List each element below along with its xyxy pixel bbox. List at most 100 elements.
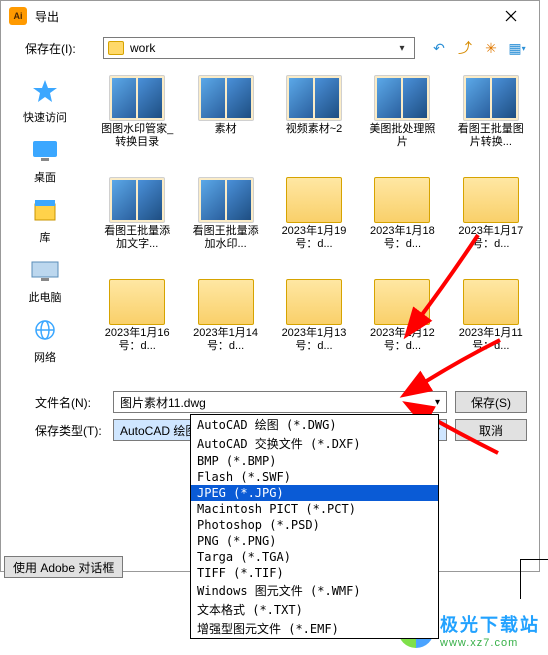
file-item[interactable]: 看图王批量图片转换... [449,75,533,171]
file-item[interactable]: 看图王批量添加水印... [183,177,267,273]
save-in-label: 保存在(I): [25,40,97,57]
dropdown-option[interactable]: 文本格式 (*.TXT) [191,600,438,619]
dropdown-option[interactable]: AutoCAD 交换文件 (*.DXF) [191,434,438,453]
file-name: 看图王批量添加文字... [99,225,175,250]
app-icon: Ai [9,7,27,25]
dropdown-option[interactable]: Flash (*.SWF) [191,469,438,485]
use-adobe-dialog-button[interactable]: 使用 Adobe 对话框 [4,556,123,578]
sidebar-item-label: 快速访问 [23,109,67,125]
location-text: work [130,41,394,55]
titlebar: Ai 导出 [1,1,539,31]
dropdown-option[interactable]: TIFF (*.TIF) [191,565,438,581]
dropdown-option[interactable]: BMP (*.BMP) [191,453,438,469]
sidebar-item-label: 此电脑 [29,289,62,305]
new-folder-icon[interactable]: ✳ [481,38,501,58]
file-name: 美图批处理照片 [364,123,440,148]
file-item[interactable]: 素材 [183,75,267,171]
up-icon[interactable]: ⤴ [455,38,475,58]
folder-icon [286,177,342,223]
folder-icon [198,279,254,325]
file-name: 看图王批量添加水印... [188,225,264,250]
file-item[interactable]: 2023年1月18号：d... [360,177,444,273]
network-icon [27,315,63,347]
folder-icon [109,279,165,325]
sidebar-library[interactable]: 库 [9,195,81,245]
sidebar-item-label: 桌面 [34,169,56,185]
file-name: 2023年1月17号：d... [453,225,529,250]
chevron-down-icon[interactable]: ▾ [435,397,440,408]
file-item[interactable]: 2023年1月11号：d... [449,279,533,375]
folder-thumb-icon [109,177,165,223]
file-name: 2023年1月12号：d... [364,327,440,352]
file-item[interactable]: 2023年1月13号：d... [272,279,356,375]
folder-thumb-icon [463,75,519,121]
filename-value: 图片素材11.dwg [120,394,206,411]
file-item[interactable]: 视频素材~2 [272,75,356,171]
file-item[interactable]: 2023年1月14号：d... [183,279,267,375]
file-name: 素材 [188,123,264,136]
folder-thumb-icon [198,177,254,223]
save-button[interactable]: 保存(S) [455,391,527,413]
watermark-url: www.xz7.com [440,637,540,649]
file-item[interactable]: 美图批处理照片 [360,75,444,171]
file-name: 2023年1月16号：d... [99,327,175,352]
location-combo[interactable]: work ▾ [103,37,415,59]
sidebar-network[interactable]: 网络 [9,315,81,365]
dropdown-option[interactable]: Targa (*.TGA) [191,549,438,565]
close-button[interactable] [491,2,531,30]
folder-icon [108,41,124,55]
file-name: 视频素材~2 [276,123,352,136]
sidebar-desktop[interactable]: 桌面 [9,135,81,185]
file-name: 2023年1月18号：d... [364,225,440,250]
file-item[interactable]: 2023年1月17号：d... [449,177,533,273]
folder-icon [374,177,430,223]
filename-label: 文件名(N): [13,394,105,411]
library-icon [27,195,63,227]
file-item[interactable]: 2023年1月19号：d... [272,177,356,273]
file-item[interactable]: 看图王批量添加文字... [95,177,179,273]
file-name: 2023年1月11号：d... [453,327,529,352]
file-name: 看图王批量图片转换... [453,123,529,148]
file-name: 图图水印管家_转换目录 [99,123,175,148]
star-icon [27,75,63,107]
folder-thumb-icon [109,75,165,121]
folder-thumb-icon [286,75,342,121]
dropdown-option[interactable]: AutoCAD 绘图 (*.DWG) [191,415,438,434]
file-item[interactable]: 2023年1月16号：d... [95,279,179,375]
crop-mark [520,559,548,599]
dropdown-option[interactable]: JPEG (*.JPG) [191,485,438,501]
file-name: 2023年1月14号：d... [188,327,264,352]
dropdown-option[interactable]: Windows 图元文件 (*.WMF) [191,581,438,600]
toolbar: ↶ ⤴ ✳ ▦▾ [429,38,527,58]
sidebar-this-pc[interactable]: 此电脑 [9,255,81,305]
folder-thumb-icon [198,75,254,121]
sidebar-quick-access[interactable]: 快速访问 [9,75,81,125]
file-item[interactable]: 2023年1月12号：d... [360,279,444,375]
folder-icon [374,279,430,325]
chevron-down-icon[interactable]: ▾ [394,43,410,54]
filename-combo[interactable]: 图片素材11.dwg ▾ [113,391,447,413]
view-icon[interactable]: ▦▾ [507,38,527,58]
sidebar-item-label: 网络 [34,349,56,365]
file-item[interactable]: 图图水印管家_转换目录 [95,75,179,171]
dropdown-option[interactable]: PNG (*.PNG) [191,533,438,549]
file-name: 2023年1月13号：d... [276,327,352,352]
main-area: 快速访问 桌面 库 此电脑 网络 图图水印管家_转换目录素材视频素材~2 美图批处… [1,67,539,387]
dropdown-option[interactable]: Macintosh PICT (*.PCT) [191,501,438,517]
dropdown-option[interactable]: 增强型图元文件 (*.EMF) [191,619,438,638]
dropdown-option[interactable]: Photoshop (*.PSD) [191,517,438,533]
places-sidebar: 快速访问 桌面 库 此电脑 网络 [1,67,89,387]
pc-icon [27,255,63,287]
cancel-button[interactable]: 取消 [455,419,527,441]
folder-icon [286,279,342,325]
back-icon[interactable]: ↶ [429,38,449,58]
folder-icon [463,279,519,325]
dialog-title: 导出 [35,8,59,25]
sidebar-item-label: 库 [40,229,51,245]
file-name: 2023年1月19号：d... [276,225,352,250]
file-grid[interactable]: 图图水印管家_转换目录素材视频素材~2 美图批处理照片看图王批量图片转换... 看图… [89,67,539,387]
save-in-row: 保存在(I): work ▾ ↶ ⤴ ✳ ▦▾ [1,31,539,67]
filetype-dropdown[interactable]: AutoCAD 绘图 (*.DWG)AutoCAD 交换文件 (*.DXF)BM… [190,414,439,639]
watermark-title: 极光下载站 [440,611,540,637]
folder-thumb-icon [374,75,430,121]
